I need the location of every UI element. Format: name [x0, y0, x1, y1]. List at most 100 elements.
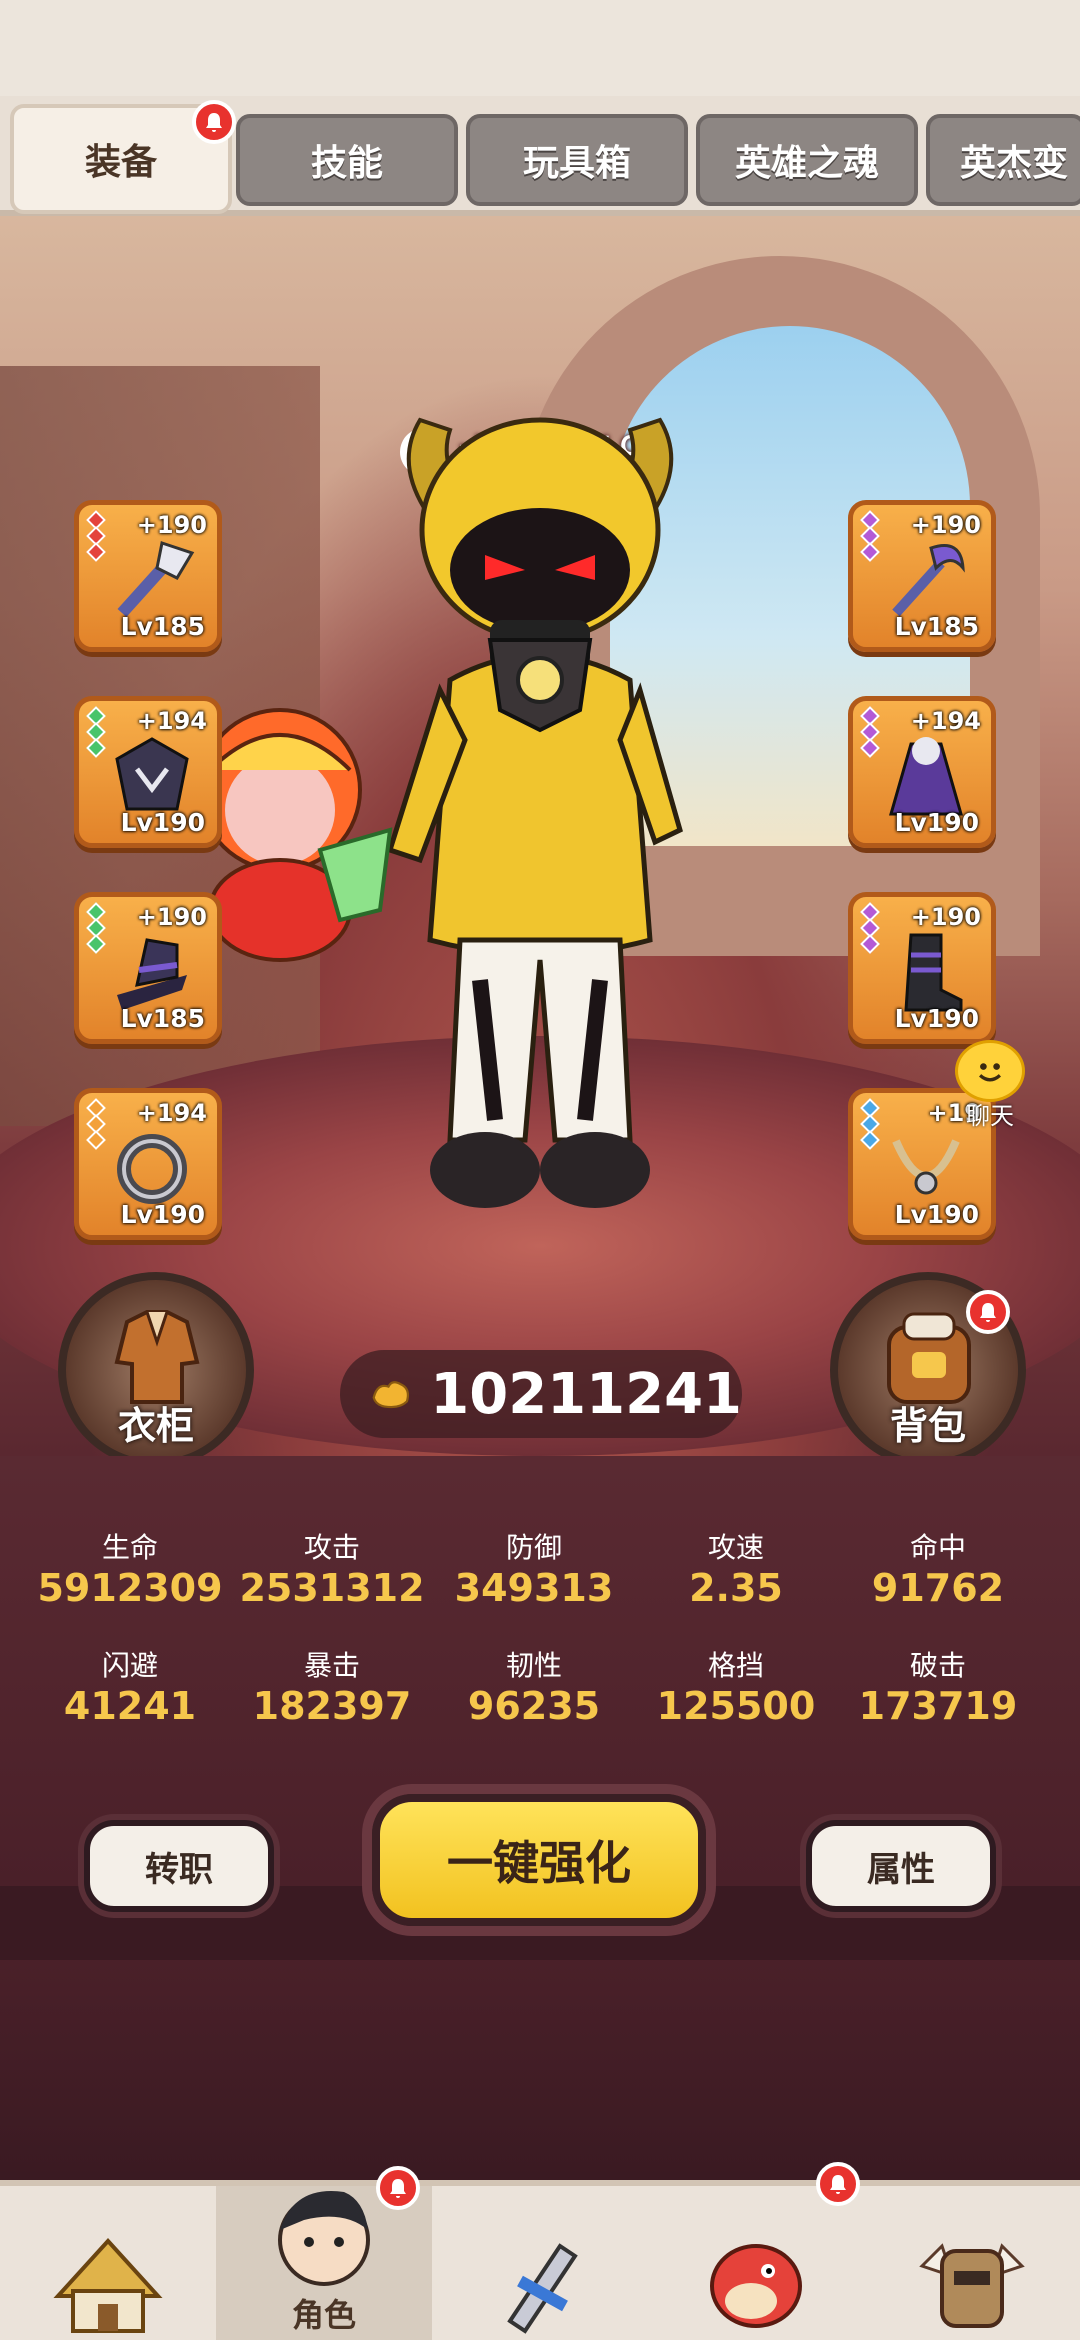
nav-character-badge-icon	[376, 2166, 420, 2210]
stat-value: 2.35	[689, 1566, 783, 1610]
equip-slot-hat[interactable]: +190 Lv185	[74, 892, 222, 1044]
enhance-level: +194	[136, 1099, 207, 1127]
tab-label: 英雄之魂	[734, 143, 879, 184]
chat-label: 聊天	[966, 1102, 1014, 1130]
nav-character-label: 角色	[291, 2296, 356, 2334]
stat-value: 173719	[858, 1684, 1018, 1728]
item-level: Lv190	[120, 1200, 205, 1229]
enhance-level: +190	[910, 511, 981, 539]
stat-name: 破击	[909, 1649, 966, 1682]
tab-skills[interactable]: 技能	[236, 114, 458, 206]
one-click-enhance-button[interactable]: 一键强化	[372, 1794, 706, 1926]
nav-pet-badge-icon	[816, 2162, 860, 2206]
tab-label: 玩具箱	[522, 143, 631, 184]
wardrobe-icon	[114, 1310, 200, 1404]
attributes-label: 属性	[867, 1849, 935, 1890]
bottom-navigation: 角色	[0, 2162, 1080, 2340]
stat-dodge: 闪避 41241	[30, 1644, 230, 1728]
quality-gems-icon	[860, 706, 880, 758]
quality-gems-icon	[86, 706, 106, 758]
item-level: Lv185	[120, 1004, 205, 1033]
stat-name: 命中	[909, 1531, 966, 1564]
stat-value: 96235	[467, 1684, 601, 1728]
stat-value: 349313	[454, 1566, 614, 1610]
stat-defense: 防御 349313	[434, 1526, 634, 1610]
equip-slot-cloak[interactable]: +194 Lv190	[848, 696, 996, 848]
muscle-icon	[372, 1381, 410, 1409]
stat-hp: 生命 5912309	[30, 1526, 230, 1610]
notification-badge-icon	[192, 100, 236, 144]
stat-value: 125500	[656, 1684, 816, 1728]
stat-attack-speed: 攻速 2.35	[636, 1526, 836, 1610]
action-bar: 转职 一键强化 属性	[0, 1780, 1080, 1960]
wardrobe-button[interactable]: 衣柜	[58, 1272, 254, 1468]
bag-notification-badge-icon	[966, 1290, 1010, 1334]
nav-home[interactable]	[0, 2186, 216, 2340]
top-status-area	[0, 0, 1080, 96]
stat-block: 格挡 125500	[636, 1644, 836, 1728]
stat-value: 41241	[63, 1684, 197, 1728]
enhance-label: 一键强化	[447, 1836, 631, 1890]
hero-character[interactable]	[380, 380, 700, 1260]
nav-weapon[interactable]	[432, 2186, 648, 2340]
stat-value: 5912309	[37, 1566, 223, 1610]
staff-icon	[117, 541, 195, 618]
enhance-level: +194	[910, 707, 981, 735]
item-level: Lv190	[894, 1004, 979, 1033]
chat-button[interactable]: 聊天	[955, 1040, 1025, 1131]
quality-gems-icon	[86, 1098, 106, 1150]
totem-icon	[919, 2243, 1025, 2328]
stat-value: 91762	[871, 1566, 1005, 1610]
enhance-level: +194	[136, 707, 207, 735]
equip-slot-boots[interactable]: +190 Lv190	[848, 892, 996, 1044]
hat-icon	[117, 938, 187, 1010]
attributes-button[interactable]: 属性	[806, 1820, 996, 1912]
stat-name: 暴击	[303, 1649, 360, 1682]
quality-gems-icon	[860, 902, 880, 954]
cloak-icon	[889, 737, 963, 816]
quality-gems-icon	[86, 902, 106, 954]
stat-toughness: 韧性 96235	[434, 1644, 634, 1728]
necklace-icon	[892, 1139, 960, 1195]
tab-label: 装备	[84, 142, 157, 183]
tab-toybox[interactable]: 玩具箱	[466, 114, 688, 206]
nav-pet[interactable]	[648, 2186, 864, 2340]
tab-label: 技能	[310, 143, 383, 184]
equip-slot-ring[interactable]: +194 Lv190	[74, 1088, 222, 1240]
item-level: Lv185	[120, 612, 205, 641]
stat-name: 闪避	[101, 1649, 158, 1682]
quality-gems-icon	[86, 510, 106, 562]
ring-icon	[117, 1134, 187, 1204]
stat-crit: 暴击 182397	[232, 1644, 432, 1728]
hut-icon	[53, 2238, 163, 2333]
wand-icon	[892, 544, 965, 617]
stat-name: 攻速	[707, 1531, 764, 1564]
tab-transform[interactable]: 英杰变	[926, 114, 1080, 206]
tab-hero-soul[interactable]: 英雄之魂	[696, 114, 918, 206]
enhance-level: +190	[136, 903, 207, 931]
stat-value: 182397	[252, 1684, 412, 1728]
pet-dino-icon	[710, 2244, 802, 2328]
combat-power-value: 10211241	[430, 1361, 742, 1427]
item-level: Lv190	[120, 808, 205, 837]
stat-name: 生命	[101, 1531, 158, 1564]
transfer-class-label: 转职	[145, 1849, 213, 1890]
stat-name: 格挡	[707, 1649, 764, 1682]
transfer-class-button[interactable]: 转职	[84, 1820, 274, 1912]
stat-name: 韧性	[505, 1649, 562, 1682]
quality-gems-icon	[860, 510, 880, 562]
quality-gems-icon	[860, 1098, 880, 1150]
item-level: Lv190	[894, 1200, 979, 1229]
equip-slot-weapon[interactable]: +190 Lv185	[74, 500, 222, 652]
combat-power-display: 10211241	[340, 1350, 742, 1438]
equip-slot-armor[interactable]: +194 Lv190	[74, 696, 222, 848]
chat-smiley-icon	[955, 1040, 1025, 1102]
tab-label: 英杰变	[960, 143, 1069, 184]
stat-name: 攻击	[303, 1531, 360, 1564]
nav-totem[interactable]	[864, 2186, 1080, 2340]
equip-slot-offhand[interactable]: +190 Lv185	[848, 500, 996, 652]
weapon-icon	[507, 2243, 578, 2334]
enhance-level: +190	[910, 903, 981, 931]
stat-accuracy: 命中 91762	[838, 1526, 1038, 1610]
tab-bar: 装备 技能 玩具箱 英雄之魂 英杰变	[0, 96, 1080, 216]
